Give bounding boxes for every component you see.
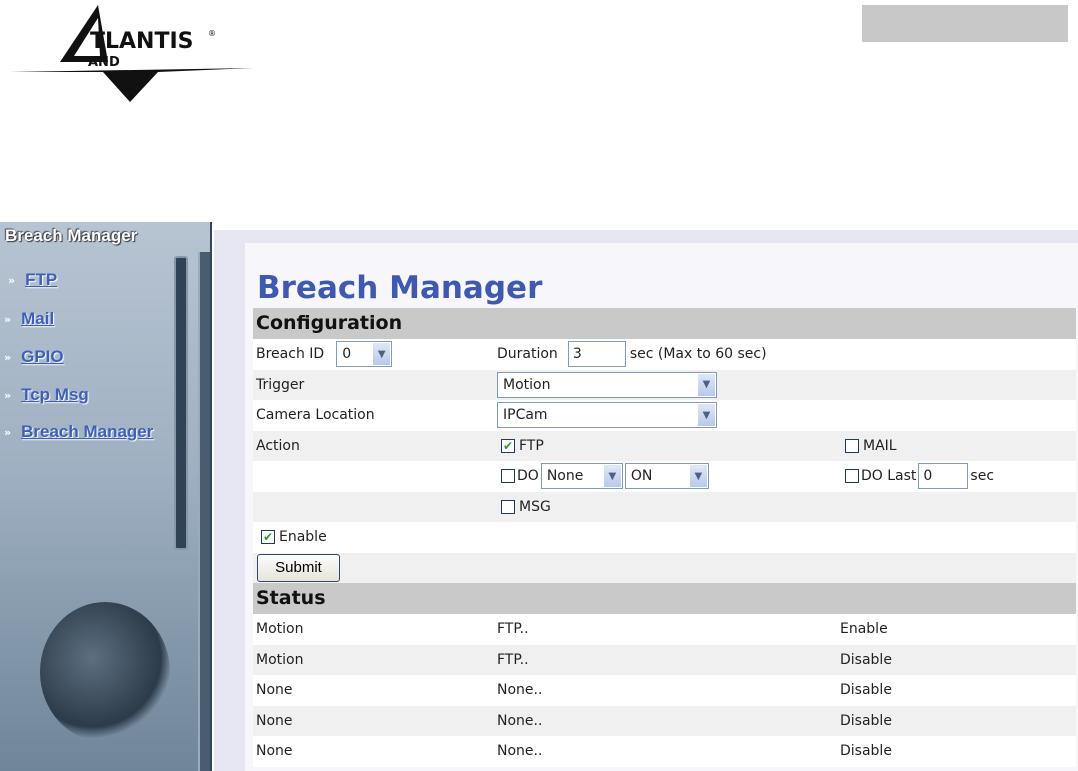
mail-label: MAIL — [863, 437, 897, 454]
sidebar-item-mail[interactable]: » Mail — [4, 309, 54, 329]
section-header-status: Status — [253, 583, 1076, 614]
do-state-value: ON — [630, 468, 653, 485]
sidebar-item-gpio[interactable]: » GPIO — [4, 347, 64, 367]
arrow-icon: » — [4, 312, 12, 326]
submit-row: Submit — [253, 552, 1076, 583]
enable-checkbox[interactable]: ✔ — [261, 530, 275, 545]
camera-location-label: Camera Location — [256, 407, 375, 424]
breach-id-row: Breach ID 0 ▼ Duration 3 sec (Max to 60 s… — [253, 339, 1076, 370]
status-state: Disable — [840, 743, 892, 760]
page-title: Breach Manager — [257, 270, 543, 306]
status-trigger: None — [256, 682, 293, 699]
breach-id-label: Breach ID — [256, 346, 325, 363]
msg-row: MSG — [253, 491, 1076, 522]
do-checkbox[interactable] — [501, 469, 515, 484]
camera-location-select[interactable]: IPCam ▼ — [497, 402, 717, 429]
status-state: Disable — [840, 712, 892, 729]
sidebar-item-ftp[interactable]: » FTP — [8, 270, 57, 290]
sidebar-item-label[interactable]: GPIO — [21, 347, 64, 367]
sidebar-item-label[interactable]: Mail — [21, 309, 54, 329]
sidebar-title: Breach Manager — [5, 226, 138, 245]
camera-image — [40, 602, 170, 742]
do-last-input[interactable]: 0 — [918, 463, 969, 490]
enable-row: ✔ Enable — [253, 522, 1076, 553]
status-action: None.. — [497, 712, 543, 729]
do-label: DO — [517, 468, 539, 485]
duration-hint: sec (Max to 60 sec) — [629, 346, 767, 363]
svg-text:AND: AND — [88, 55, 120, 70]
status-row: Motion FTP.. Enable — [253, 614, 1076, 645]
breach-id-value: 0 — [342, 346, 352, 363]
chevron-down-icon: ▼ — [698, 373, 715, 396]
chevron-down-icon: ▼ — [698, 404, 715, 427]
sidebar-item-breach-manager[interactable]: » Breach Manager — [4, 422, 153, 442]
arrow-icon: » — [8, 273, 16, 287]
enable-label: Enable — [279, 529, 327, 546]
status-action: None.. — [497, 682, 543, 699]
trigger-select[interactable]: Motion ▼ — [497, 371, 717, 398]
atlantis-land-logo: TLANTIS ® AND — [10, 5, 253, 102]
arrow-icon: » — [4, 388, 12, 402]
sidebar-item-label[interactable]: FTP — [25, 270, 57, 290]
duration-label: Duration — [497, 346, 558, 363]
duration-input[interactable]: 3 — [567, 341, 626, 368]
sidebar-item-label[interactable]: Breach Manager — [21, 422, 153, 442]
svg-text:TLANTIS: TLANTIS — [90, 29, 194, 54]
svg-text:®: ® — [208, 29, 216, 38]
status-row: None None.. Disable — [253, 705, 1076, 736]
sidebar-frame — [198, 252, 210, 771]
status-row: None None.. Disable — [253, 736, 1076, 767]
trigger-value: Motion — [503, 376, 551, 393]
arrow-icon: » — [4, 350, 12, 364]
status-action: None.. — [497, 743, 543, 760]
status-state: Enable — [840, 621, 888, 638]
do-last-unit: sec — [970, 468, 995, 485]
chevron-down-icon: ▼ — [603, 465, 621, 488]
do-state-select[interactable]: ON ▼ — [624, 463, 709, 490]
action-row: Action ✔ FTP MAIL — [253, 430, 1076, 461]
sidebar-decoration — [174, 256, 188, 550]
sidebar-item-label[interactable]: Tcp Msg — [21, 385, 89, 405]
camera-location-value: IPCam — [503, 407, 548, 424]
trigger-label: Trigger — [256, 376, 305, 393]
msg-checkbox[interactable] — [501, 499, 515, 514]
do-row: DO None ▼ ON ▼ DO Last 0 sec — [253, 461, 1076, 492]
status-state: Disable — [840, 682, 892, 699]
status-action: FTP.. — [497, 651, 529, 668]
sidebar-item-tcp-msg[interactable]: » Tcp Msg — [4, 385, 89, 405]
ftp-label: FTP — [519, 437, 544, 454]
status-trigger: None — [256, 743, 293, 760]
status-trigger: None — [256, 712, 293, 729]
status-row: Motion FTP.. Disable — [253, 644, 1076, 675]
configuration-table: Configuration Breach ID 0 ▼ Duration 3 se… — [253, 308, 1076, 767]
sidebar: Breach Manager » FTP » Mail » GPIO » Tcp Msg… — [0, 222, 212, 771]
status-row: None None.. Disable — [253, 675, 1076, 706]
camera-location-row: Camera Location IPCam ▼ — [253, 400, 1076, 431]
do-output-value: None — [546, 468, 584, 485]
msg-label: MSG — [519, 498, 551, 515]
header-banner-placeholder — [862, 5, 1068, 42]
mail-checkbox[interactable] — [845, 438, 859, 453]
chevron-down-icon: ▼ — [373, 343, 391, 366]
breach-id-select[interactable]: 0 ▼ — [336, 341, 393, 368]
trigger-row: Trigger Motion ▼ — [253, 369, 1076, 400]
action-label: Action — [256, 437, 300, 454]
ftp-checkbox[interactable]: ✔ — [501, 438, 515, 453]
submit-button[interactable]: Submit — [257, 553, 340, 582]
status-trigger: Motion — [256, 621, 304, 638]
status-state: Disable — [840, 651, 892, 668]
status-action: FTP.. — [497, 621, 529, 638]
do-last-checkbox[interactable] — [845, 469, 859, 484]
status-table: Motion FTP.. Enable Motion FTP.. Disable None N… — [253, 614, 1076, 767]
do-output-select[interactable]: None ▼ — [540, 463, 623, 490]
do-last-label: DO Last — [861, 468, 917, 485]
status-trigger: Motion — [256, 651, 304, 668]
arrow-icon: » — [4, 425, 12, 439]
chevron-down-icon: ▼ — [689, 465, 707, 488]
section-header-configuration: Configuration — [253, 308, 1076, 339]
